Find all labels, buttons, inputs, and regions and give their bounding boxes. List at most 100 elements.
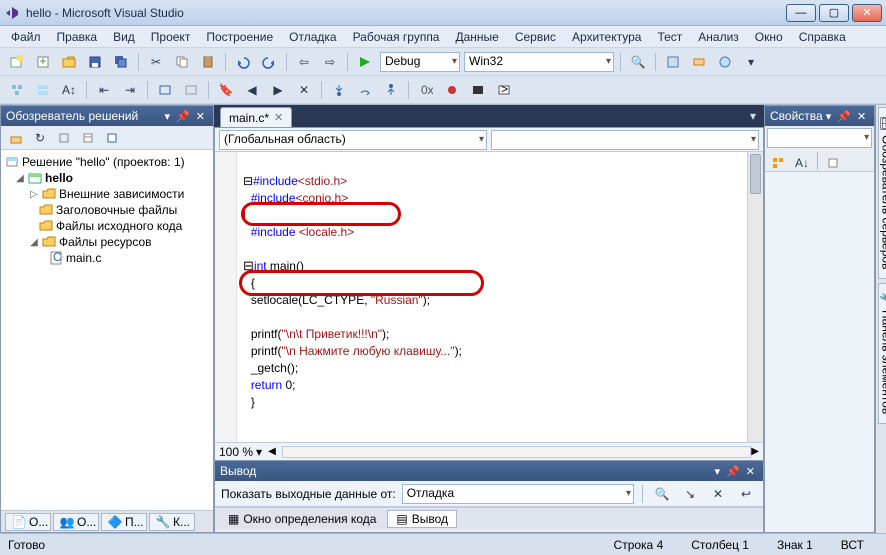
undo-icon[interactable] (232, 51, 254, 73)
output-source-combo[interactable]: Отладка▾ (402, 484, 634, 504)
config-combo[interactable]: Debug▾ (380, 52, 460, 72)
close-button[interactable]: ✕ (852, 4, 882, 22)
close-icon[interactable]: ✕ (193, 110, 208, 123)
tab-code-definition[interactable]: ▦Окно определения кода (219, 510, 385, 528)
properties-object-combo[interactable]: ▾ (767, 128, 872, 148)
output-icon[interactable] (467, 79, 489, 101)
menu-file[interactable]: Файл (4, 28, 48, 46)
next-bookmark-icon[interactable]: ▶ (267, 79, 289, 101)
nav-fwd-icon[interactable]: ⇨ (319, 51, 341, 73)
maximize-button[interactable]: ▢ (819, 4, 849, 22)
menu-window[interactable]: Окно (748, 28, 790, 46)
find-message-icon[interactable]: 🔍 (651, 483, 673, 505)
folder-source[interactable]: Файлы исходного кода (5, 218, 209, 234)
menu-team[interactable]: Рабочая группа (346, 28, 447, 46)
menu-project[interactable]: Проект (144, 28, 198, 46)
hex-icon[interactable]: 0x (415, 79, 437, 101)
menu-tools[interactable]: Сервис (508, 28, 563, 46)
find-icon[interactable]: 🔍 (627, 51, 649, 73)
save-all-icon[interactable] (110, 51, 132, 73)
dropdown-icon[interactable]: ▾ (162, 110, 174, 123)
view-code-icon[interactable] (101, 127, 123, 149)
menu-debug[interactable]: Отладка (282, 28, 343, 46)
alphabetical-icon[interactable]: A↓ (791, 152, 813, 174)
breakpoints-icon[interactable] (441, 79, 463, 101)
extra-3-icon[interactable] (714, 51, 736, 73)
home-icon[interactable] (5, 127, 27, 149)
menu-data[interactable]: Данные (448, 28, 505, 46)
clear-all-icon[interactable]: ✕ (707, 483, 729, 505)
step-into-icon[interactable] (328, 79, 350, 101)
scrollbar-thumb[interactable] (750, 154, 761, 194)
tray-tab-2[interactable]: 👥О... (53, 513, 99, 531)
menu-view[interactable]: Вид (106, 28, 142, 46)
object-browser-icon[interactable] (6, 79, 28, 101)
code-surface[interactable]: ⊟#include<stdio.h> #include<conio.h> | #… (215, 152, 763, 442)
menu-edit[interactable]: Правка (50, 28, 105, 46)
tab-dropdown-icon[interactable]: ▾ (742, 105, 764, 127)
nav-back-icon[interactable]: ⇦ (293, 51, 315, 73)
paste-icon[interactable] (197, 51, 219, 73)
tab-output[interactable]: ▤Вывод (387, 510, 457, 528)
chevron-down-icon[interactable]: ▾ (256, 445, 262, 459)
h-scroll-left-icon[interactable]: ◀ (268, 446, 276, 457)
categorized-icon[interactable] (767, 152, 789, 174)
h-scroll-right-icon[interactable]: ▶ (751, 446, 759, 457)
extra-2-icon[interactable] (688, 51, 710, 73)
dropdown-icon[interactable]: ▾ (712, 465, 724, 478)
extra-4-icon[interactable]: ▾ (740, 51, 762, 73)
property-pages-icon[interactable] (822, 152, 844, 174)
extra-1-icon[interactable] (662, 51, 684, 73)
word-wrap-icon[interactable]: ↩ (735, 483, 757, 505)
close-icon[interactable]: ✕ (854, 110, 869, 123)
minimize-button[interactable]: — (786, 4, 816, 22)
copy-icon[interactable] (171, 51, 193, 73)
save-icon[interactable] (84, 51, 106, 73)
pin-icon[interactable]: 📌 (173, 110, 193, 123)
vertical-scrollbar[interactable] (747, 152, 763, 442)
prev-bookmark-icon[interactable]: ◀ (241, 79, 263, 101)
platform-combo[interactable]: Win32▾ (464, 52, 614, 72)
comment-icon[interactable] (154, 79, 176, 101)
bookmark-icon[interactable]: 🔖 (215, 79, 237, 101)
refresh-icon[interactable]: ↻ (29, 127, 51, 149)
tray-tab-1[interactable]: 📄О... (5, 513, 51, 531)
properties-grid[interactable] (765, 172, 874, 532)
editor-tab-main-c[interactable]: main.c* ✕ (220, 107, 292, 127)
menu-help[interactable]: Справка (792, 28, 853, 46)
file-main-c[interactable]: C+ main.c (5, 250, 209, 266)
project-node[interactable]: ◢ hello (5, 170, 209, 186)
menu-build[interactable]: Построение (199, 28, 280, 46)
folder-external[interactable]: ▷ Внешние зависимости (5, 186, 209, 202)
pin-icon[interactable]: 📌 (834, 110, 854, 123)
show-all-icon[interactable] (53, 127, 75, 149)
collapse-icon[interactable]: ◢ (15, 173, 25, 184)
step-over-icon[interactable] (354, 79, 376, 101)
go-to-icon[interactable]: ↘ (679, 483, 701, 505)
immediate-icon[interactable]: > (493, 79, 515, 101)
toggle-header-icon[interactable] (32, 79, 54, 101)
close-icon[interactable]: ✕ (274, 111, 283, 124)
open-icon[interactable] (58, 51, 80, 73)
zoom-value[interactable]: 100 % (219, 445, 253, 459)
step-out-icon[interactable] (380, 79, 402, 101)
toolbox-tab[interactable]: 🔧Панель элементов (878, 283, 886, 424)
outdent-icon[interactable]: ⇤ (93, 79, 115, 101)
pin-icon[interactable]: 📌 (723, 465, 743, 478)
close-icon[interactable]: ✕ (743, 465, 758, 478)
display-selector-icon[interactable]: A↕ (58, 79, 80, 101)
code-text[interactable]: ⊟#include<stdio.h> #include<conio.h> | #… (237, 152, 763, 442)
new-project-icon[interactable] (6, 51, 28, 73)
menu-architecture[interactable]: Архитектура (565, 28, 649, 46)
menu-test[interactable]: Тест (650, 28, 689, 46)
add-item-icon[interactable]: + (32, 51, 54, 73)
start-debug-icon[interactable] (354, 51, 376, 73)
expand-icon[interactable]: ▷ (29, 189, 39, 200)
uncomment-icon[interactable] (180, 79, 202, 101)
menu-analyze[interactable]: Анализ (691, 28, 746, 46)
member-combo[interactable]: ▾ (491, 130, 759, 150)
dropdown-icon[interactable]: ▾ (823, 110, 835, 123)
redo-icon[interactable] (258, 51, 280, 73)
tray-tab-3[interactable]: 🔷П... (101, 513, 147, 531)
clear-bookmarks-icon[interactable]: ✕ (293, 79, 315, 101)
